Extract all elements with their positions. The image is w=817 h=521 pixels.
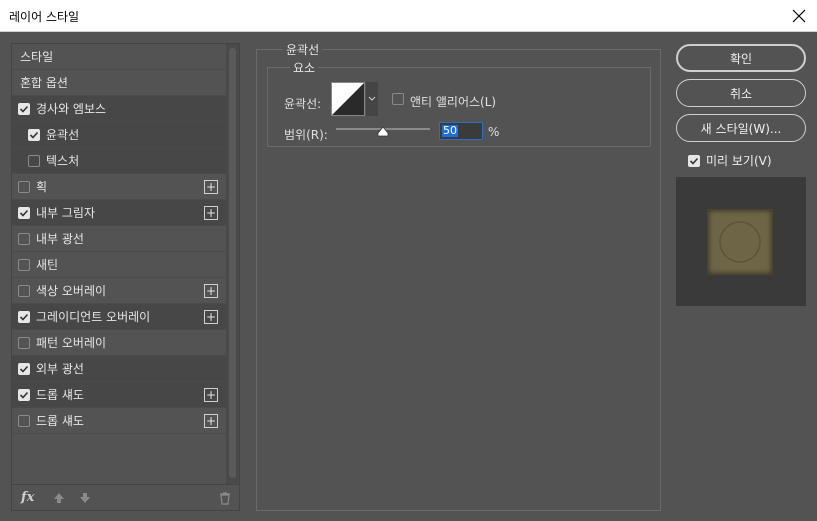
check-icon: [689, 157, 699, 165]
add-effect-button[interactable]: +: [204, 310, 218, 324]
contour-picker[interactable]: [331, 82, 365, 116]
style-item[interactable]: 드롭 섀도 +: [12, 382, 226, 408]
title-bar: 레이어 스타일: [0, 0, 817, 32]
style-item-checkbox[interactable]: [18, 336, 30, 349]
style-item-label: 새틴: [36, 258, 59, 272]
fx-button[interactable]: fx: [21, 490, 34, 505]
scrollbar-thumb[interactable]: [229, 48, 236, 478]
check-icon: [19, 391, 29, 399]
elements-group: 요소 윤곽선: 앤티 앨리어스(L) 범위(R): 50 %: [267, 59, 651, 147]
contour-dropdown[interactable]: [366, 82, 378, 116]
style-item[interactable]: 외부 광선: [12, 356, 226, 382]
range-unit: %: [488, 125, 500, 139]
preview-contour-ring: [719, 221, 761, 263]
add-effect-button[interactable]: +: [204, 206, 218, 220]
add-effect-button[interactable]: +: [204, 284, 218, 298]
style-list: 스타일 혼합 옵션 경사와 엠보스 윤곽선 텍스처 획 + 내부 그림자 + 내부 광선 새틴 색…: [11, 43, 240, 511]
add-effect-button[interactable]: +: [204, 180, 218, 194]
anti-alias-label: 앤티 앨리어스(L): [410, 95, 497, 109]
style-item-checkbox[interactable]: [18, 102, 30, 115]
style-item[interactable]: 내부 광선: [12, 226, 226, 252]
move-down-icon[interactable]: [78, 491, 92, 505]
check-icon: [19, 313, 29, 321]
check-icon: [19, 209, 29, 217]
range-label: 범위(R):: [284, 128, 328, 142]
panel-title: 윤곽선: [283, 41, 323, 58]
new-style-button[interactable]: 새 스타일(W)...: [676, 114, 806, 142]
range-slider-thumb[interactable]: [377, 127, 389, 137]
style-item-label: 획: [36, 180, 48, 194]
style-item[interactable]: 획 +: [12, 174, 226, 200]
style-item[interactable]: 패턴 오버레이: [12, 330, 226, 356]
style-item-checkbox[interactable]: [28, 128, 40, 141]
style-item[interactable]: 윤곽선: [12, 122, 226, 148]
add-effect-button[interactable]: +: [204, 388, 218, 402]
style-item[interactable]: 드롭 섀도 +: [12, 408, 226, 434]
check-icon: [19, 365, 29, 373]
check-icon: [29, 131, 39, 139]
style-item-label: 드롭 섀도: [36, 414, 84, 428]
style-item-checkbox[interactable]: [18, 388, 30, 401]
contour-panel: 윤곽선 요소 윤곽선: 앤티 앨리어스(L) 범위(R): 50 %: [256, 41, 661, 511]
style-item-label: 텍스처: [46, 154, 80, 168]
style-item[interactable]: 경사와 엠보스: [12, 96, 226, 122]
cancel-button[interactable]: 취소: [676, 79, 806, 107]
style-item-checkbox[interactable]: [18, 362, 30, 375]
style-preview: [676, 177, 806, 306]
style-item-checkbox[interactable]: [18, 206, 30, 219]
style-item-label: 그레이디언트 오버레이: [36, 310, 151, 324]
range-input[interactable]: 50: [439, 122, 483, 140]
style-item-checkbox[interactable]: [18, 258, 30, 271]
style-list-header-label: 스타일: [20, 50, 54, 64]
close-button[interactable]: [787, 4, 811, 28]
style-item[interactable]: 색상 오버레이 +: [12, 278, 226, 304]
style-item-label: 윤곽선: [46, 128, 80, 142]
style-list-footer: fx: [12, 484, 239, 510]
preview-checkbox[interactable]: [688, 154, 700, 167]
style-item[interactable]: 텍스처: [12, 148, 226, 174]
style-item-checkbox[interactable]: [18, 310, 30, 323]
style-item[interactable]: 그레이디언트 오버레이 +: [12, 304, 226, 330]
style-item-checkbox[interactable]: [18, 284, 30, 297]
preview-toggle[interactable]: 미리 보기(V): [688, 152, 772, 169]
preview-swatch: [707, 209, 773, 275]
style-item[interactable]: 내부 그림자 +: [12, 200, 226, 226]
style-item-label: 드롭 섀도: [36, 388, 84, 402]
trash-icon[interactable]: [218, 491, 232, 505]
dialog-body: 스타일 혼합 옵션 경사와 엠보스 윤곽선 텍스처 획 + 내부 그림자 + 내부 광선 새틴 색…: [0, 32, 817, 521]
window-title: 레이어 스타일: [9, 10, 80, 24]
style-item-label: 외부 광선: [36, 362, 84, 376]
style-item-checkbox[interactable]: [28, 154, 40, 167]
style-list-scrollbar[interactable]: [226, 44, 239, 484]
style-item-checkbox[interactable]: [18, 414, 30, 427]
preview-label: 미리 보기(V): [706, 154, 772, 168]
contour-curve-icon: [332, 83, 364, 115]
blend-options-item[interactable]: 혼합 옵션: [12, 70, 226, 96]
close-icon: [792, 9, 806, 23]
group-title: 요소: [290, 59, 319, 76]
style-item-label: 내부 광선: [36, 232, 84, 246]
chevron-down-icon: [368, 96, 376, 101]
style-item-checkbox[interactable]: [18, 232, 30, 245]
style-item[interactable]: 새틴: [12, 252, 226, 278]
style-item-checkbox[interactable]: [18, 180, 30, 193]
style-list-header[interactable]: 스타일: [12, 44, 226, 70]
style-item-label: 색상 오버레이: [36, 284, 107, 298]
range-value: 50: [442, 124, 458, 137]
contour-label: 윤곽선:: [284, 97, 322, 111]
move-up-icon[interactable]: [52, 491, 66, 505]
style-list-items: 스타일 혼합 옵션 경사와 엠보스 윤곽선 텍스처 획 + 내부 그림자 + 내부 광선 새틴 색…: [12, 44, 226, 484]
ok-button[interactable]: 확인: [676, 44, 806, 72]
add-effect-button[interactable]: +: [204, 414, 218, 428]
style-item-label: 내부 그림자: [36, 206, 96, 220]
check-icon: [19, 105, 29, 113]
style-item-label: 패턴 오버레이: [36, 336, 107, 350]
style-item-label: 경사와 엠보스: [36, 102, 107, 116]
blend-options-label: 혼합 옵션: [20, 76, 68, 90]
anti-alias-checkbox[interactable]: [392, 93, 404, 105]
